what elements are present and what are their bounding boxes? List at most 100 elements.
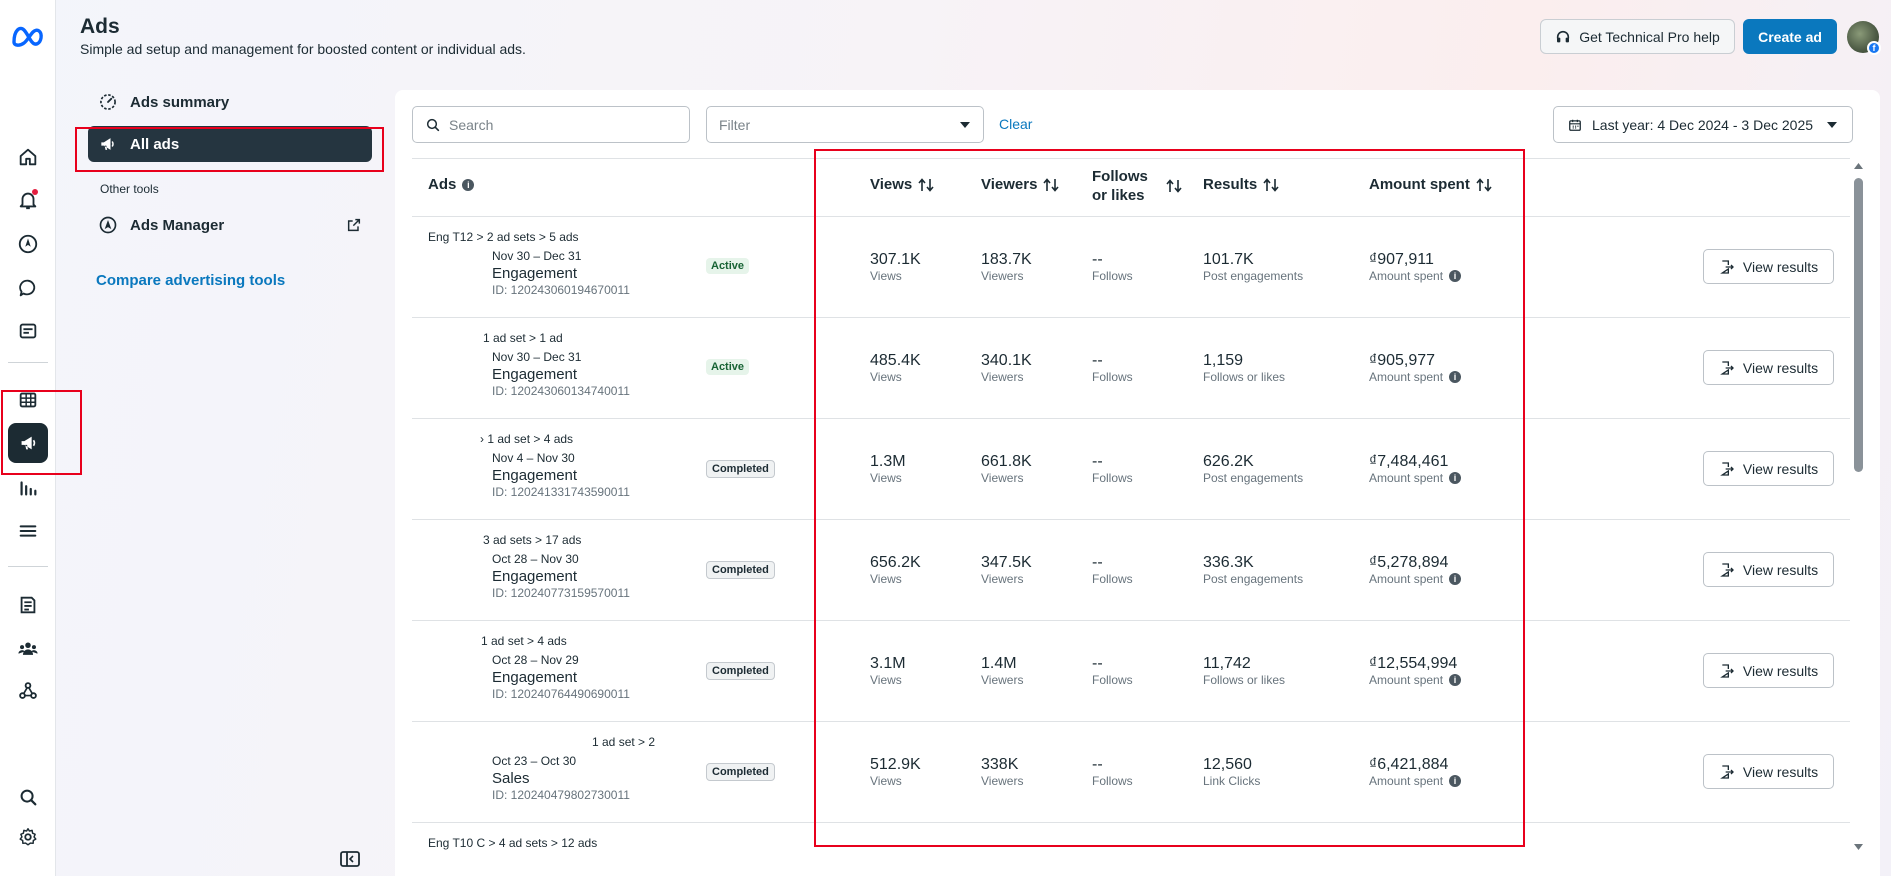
- col-header-results[interactable]: Results: [1203, 176, 1279, 193]
- view-results-button[interactable]: View results: [1703, 350, 1834, 385]
- row-divider: [412, 721, 1850, 722]
- scrollbar-thumb[interactable]: [1854, 178, 1863, 472]
- info-icon[interactable]: i: [1449, 472, 1462, 484]
- campaign-path[interactable]: 1 ad set > 2: [592, 735, 655, 749]
- compare-tools-link[interactable]: Compare advertising tools: [96, 272, 285, 289]
- sort-icon: [1166, 179, 1182, 193]
- view-results-button[interactable]: View results: [1703, 552, 1834, 587]
- subnav-ads-summary[interactable]: Ads summary: [88, 84, 229, 120]
- notifications-bell-icon[interactable]: [8, 180, 48, 220]
- viewers-metric: 661.8K Viewers: [981, 452, 1032, 485]
- filter-dropdown[interactable]: Filter: [706, 106, 984, 143]
- ledger-icon[interactable]: [8, 585, 48, 625]
- amount-spent-metric-value: ₫5,278,894: [1369, 554, 1449, 571]
- info-icon[interactable]: i: [1449, 775, 1462, 787]
- scroll-up-icon[interactable]: [1853, 162, 1864, 170]
- info-icon[interactable]: i: [1449, 674, 1462, 686]
- subnav-ads-summary-label: Ads summary: [130, 93, 230, 111]
- views-metric-value: 485.4K: [870, 352, 921, 369]
- search-icon[interactable]: [8, 777, 48, 817]
- collapse-sidebar-icon[interactable]: [340, 851, 360, 867]
- info-icon[interactable]: i: [1449, 573, 1462, 585]
- results-metric-caption: Post engagements: [1203, 269, 1304, 283]
- compass-icon[interactable]: [8, 224, 48, 264]
- view-results-label: View results: [1742, 662, 1819, 679]
- ad-info[interactable]: Oct 28 – Nov 30 Engagement ID: 12024077315…: [492, 552, 630, 601]
- ad-info[interactable]: Oct 28 – Nov 29 Engagement ID: 12024076449…: [492, 653, 630, 702]
- subnav-ads-manager-label: Ads Manager: [130, 216, 225, 234]
- follows-metric-value: --: [1092, 352, 1103, 369]
- viewers-metric-value: 183.7K: [981, 251, 1032, 268]
- ad-info[interactable]: Nov 30 – Dec 31 Engagement ID: 12024306013…: [492, 350, 630, 399]
- date-range-picker[interactable]: Last year: 4 Dec 2024 - 3 Dec 2025: [1553, 106, 1853, 143]
- ad-id: ID: 120243060194670011: [492, 283, 630, 297]
- follows-metric: -- Follows: [1092, 553, 1133, 586]
- col-header-ads-label: Ads: [428, 176, 457, 193]
- follows-metric: -- Follows: [1092, 654, 1133, 687]
- amount-spent-metric: ₫6,421,884 Amount spent i: [1369, 755, 1462, 788]
- view-results-button[interactable]: View results: [1703, 653, 1834, 688]
- viewers-metric-value: 661.8K: [981, 453, 1032, 470]
- ad-dates: Nov 30 – Dec 31: [492, 350, 582, 364]
- table-grid-icon[interactable]: [8, 380, 48, 420]
- follows-metric-value: --: [1092, 756, 1103, 773]
- col-header-follows[interactable]: Follows or likes: [1092, 167, 1182, 205]
- audience-people-icon[interactable]: [8, 628, 48, 668]
- home-icon[interactable]: [8, 137, 48, 177]
- ads-megaphone-icon[interactable]: [8, 423, 48, 463]
- view-results-button[interactable]: View results: [1703, 451, 1834, 486]
- amount-spent-metric-caption: Amount spent: [1369, 471, 1444, 485]
- content-icon[interactable]: [8, 311, 48, 351]
- clear-filters-link[interactable]: Clear: [999, 116, 1032, 132]
- meta-logo-icon[interactable]: [10, 22, 46, 50]
- campaign-path[interactable]: Eng T12 > 2 ad sets > 5 ads: [428, 230, 579, 244]
- ad-id: ID: 120240764490690011: [492, 687, 630, 701]
- amount-spent-metric: ₫905,977 Amount spent i: [1369, 351, 1462, 384]
- viewers-metric-caption: Viewers: [981, 471, 1024, 485]
- scroll-down-icon[interactable]: [1853, 843, 1864, 851]
- amount-spent-metric: ₫907,911 Amount spent i: [1369, 250, 1462, 283]
- amount-spent-metric-caption: Amount spent: [1369, 370, 1444, 384]
- insights-bars-icon[interactable]: [8, 468, 48, 508]
- campaign-path[interactable]: › 1 ad set > 4 ads: [480, 432, 573, 446]
- view-results-button[interactable]: View results: [1703, 754, 1834, 789]
- viewers-metric-caption: Viewers: [981, 774, 1024, 788]
- follows-metric: -- Follows: [1092, 250, 1133, 283]
- info-icon[interactable]: i: [1449, 371, 1462, 383]
- info-icon[interactable]: i: [1449, 270, 1462, 282]
- views-metric-caption: Views: [870, 471, 902, 485]
- caret-down-icon: [1827, 121, 1837, 128]
- technical-help-button[interactable]: Get Technical Pro help: [1540, 19, 1735, 54]
- col-header-views[interactable]: Views: [870, 176, 934, 193]
- settings-gear-icon[interactable]: [8, 817, 48, 857]
- campaign-path[interactable]: 1 ad set > 1 ad: [483, 331, 563, 345]
- viewers-metric-caption: Viewers: [981, 572, 1024, 586]
- results-metric: 1,159 Follows or likes: [1203, 351, 1285, 384]
- ad-info[interactable]: Oct 23 – Oct 30 Sales ID: 1202404798027300…: [492, 754, 630, 803]
- ad-dates: Oct 23 – Oct 30: [492, 754, 577, 768]
- col-header-amount[interactable]: Amount spent: [1369, 176, 1492, 193]
- open-results-icon: [1720, 259, 1734, 274]
- campaign-path[interactable]: 1 ad set > 4 ads: [481, 634, 567, 648]
- messages-icon[interactable]: [8, 268, 48, 308]
- subnav-ads-manager[interactable]: Ads Manager: [88, 207, 372, 243]
- menu-icon[interactable]: [8, 511, 48, 551]
- col-header-viewers[interactable]: Viewers: [981, 176, 1060, 193]
- search-input[interactable]: Search: [412, 106, 690, 143]
- amount-spent-metric-caption: Amount spent: [1369, 572, 1444, 586]
- campaign-path[interactable]: 3 ad sets > 17 ads: [483, 533, 581, 547]
- viewers-metric-caption: Viewers: [981, 269, 1024, 283]
- ad-info[interactable]: Nov 4 – Nov 30 Engagement ID: 120241331743…: [492, 451, 630, 500]
- results-metric-value: 101.7K: [1203, 251, 1254, 268]
- ad-info[interactable]: Nov 30 – Dec 31 Engagement ID: 12024306019…: [492, 249, 630, 298]
- subnav-all-ads[interactable]: All ads: [88, 126, 372, 162]
- integrations-icon[interactable]: [8, 671, 48, 711]
- date-range-label: Last year: 4 Dec 2024 - 3 Dec 2025: [1592, 116, 1814, 133]
- left-rail: [0, 0, 56, 876]
- col-header-follows-line1: Follows: [1092, 168, 1148, 185]
- campaign-path[interactable]: Eng T10 C > 4 ad sets > 12 ads: [428, 836, 597, 850]
- ad-objective: Sales: [492, 770, 530, 787]
- create-ad-button[interactable]: Create ad: [1743, 19, 1837, 54]
- view-results-button[interactable]: View results: [1703, 249, 1834, 284]
- info-icon[interactable]: i: [462, 178, 475, 191]
